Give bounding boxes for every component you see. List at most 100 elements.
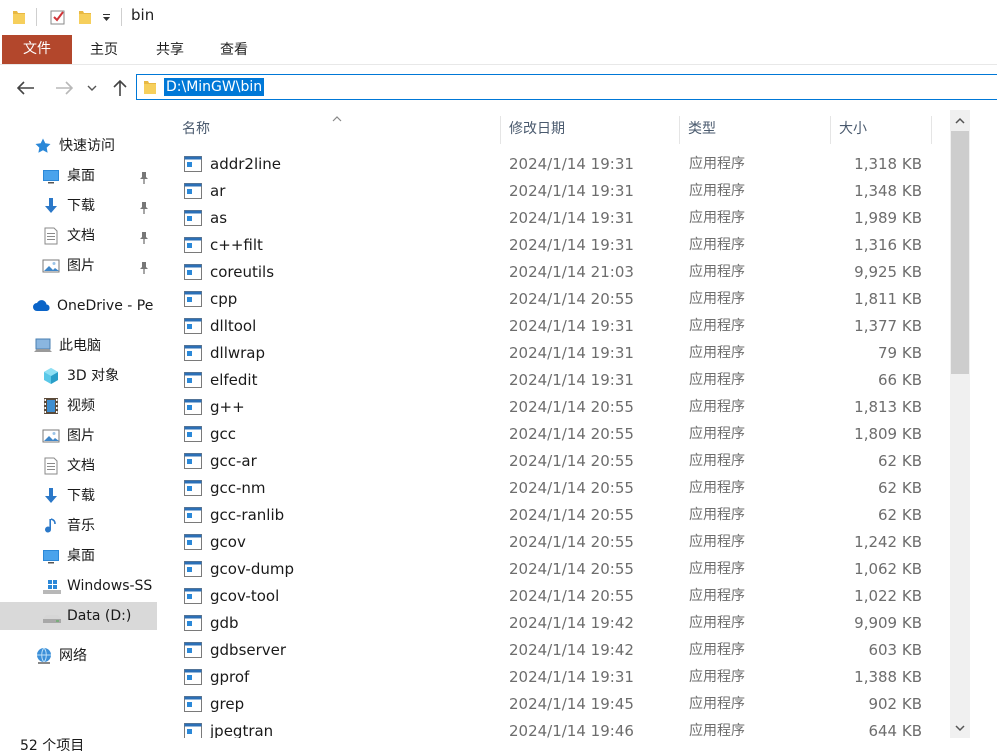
file-row[interactable]: grep 2024/1/14 19:45 应用程序 902 KB bbox=[176, 691, 946, 718]
nav-item-label: OneDrive - Pe bbox=[57, 298, 154, 314]
star-icon bbox=[34, 137, 52, 155]
file-row[interactable]: gcc-ranlib 2024/1/14 20:55 应用程序 62 KB bbox=[176, 502, 946, 529]
file-size: 603 KB bbox=[868, 641, 922, 659]
file-row[interactable]: gprof 2024/1/14 19:31 应用程序 1,388 KB bbox=[176, 664, 946, 691]
application-icon bbox=[184, 183, 202, 203]
file-row[interactable]: gcc 2024/1/14 20:55 应用程序 1,809 KB bbox=[176, 421, 946, 448]
nav-item[interactable]: 下载 bbox=[0, 482, 160, 510]
application-icon bbox=[184, 291, 202, 311]
ribbon: 文件 主页 共享 查看 bbox=[0, 34, 997, 65]
back-button[interactable] bbox=[14, 76, 38, 100]
file-row[interactable]: gdb 2024/1/14 19:42 应用程序 9,909 KB bbox=[176, 610, 946, 637]
file-row[interactable]: gcov-dump 2024/1/14 20:55 应用程序 1,062 KB bbox=[176, 556, 946, 583]
nav-item[interactable]: 文档 bbox=[0, 452, 160, 480]
column-type[interactable]: 类型 bbox=[680, 114, 830, 144]
column-date[interactable]: 修改日期 bbox=[501, 114, 679, 144]
nav-item-label: 快速访问 bbox=[59, 138, 115, 154]
nav-item[interactable]: 下载 bbox=[0, 192, 160, 220]
nav-item[interactable]: 快速访问 bbox=[0, 132, 160, 160]
file-name: gcov-tool bbox=[210, 587, 280, 605]
nav-item[interactable]: Windows-SS bbox=[0, 572, 160, 600]
customize-toolbar-icon[interactable] bbox=[100, 7, 112, 27]
file-row[interactable]: cpp 2024/1/14 20:55 应用程序 1,811 KB bbox=[176, 286, 946, 313]
application-icon bbox=[184, 237, 202, 257]
file-name: jpegtran bbox=[210, 722, 274, 738]
nav-item[interactable]: 桌面 bbox=[0, 162, 160, 190]
file-date: 2024/1/14 20:55 bbox=[509, 398, 634, 416]
vertical-scrollbar[interactable] bbox=[950, 110, 970, 738]
download-icon bbox=[42, 487, 60, 505]
file-date: 2024/1/14 20:55 bbox=[509, 425, 634, 443]
nav-item[interactable]: 图片 bbox=[0, 252, 160, 280]
column-name[interactable]: 名称 bbox=[174, 114, 500, 144]
file-row[interactable]: gcov 2024/1/14 20:55 应用程序 1,242 KB bbox=[176, 529, 946, 556]
file-row[interactable]: ar 2024/1/14 19:31 应用程序 1,348 KB bbox=[176, 178, 946, 205]
recent-locations-button[interactable] bbox=[83, 76, 101, 100]
new-folder-icon[interactable] bbox=[76, 7, 94, 27]
file-row[interactable]: c++filt 2024/1/14 19:31 应用程序 1,316 KB bbox=[176, 232, 946, 259]
scroll-up-button[interactable] bbox=[950, 110, 970, 130]
file-type: 应用程序 bbox=[689, 237, 745, 253]
file-row[interactable]: elfedit 2024/1/14 19:31 应用程序 66 KB bbox=[176, 367, 946, 394]
file-date: 2024/1/14 19:42 bbox=[509, 641, 634, 659]
tab-share[interactable]: 共享 bbox=[150, 36, 190, 64]
up-button[interactable] bbox=[108, 76, 132, 100]
application-icon bbox=[184, 345, 202, 365]
column-separator[interactable] bbox=[931, 116, 932, 144]
nav-item[interactable]: 桌面 bbox=[0, 542, 160, 570]
file-type: 应用程序 bbox=[689, 156, 745, 172]
scroll-thumb[interactable] bbox=[951, 131, 969, 374]
file-row[interactable]: gdbserver 2024/1/14 19:42 应用程序 603 KB bbox=[176, 637, 946, 664]
file-type: 应用程序 bbox=[689, 480, 745, 496]
pin-icon[interactable] bbox=[138, 227, 150, 250]
file-name: gcov-dump bbox=[210, 560, 294, 578]
nav-item[interactable]: 音乐 bbox=[0, 512, 160, 540]
file-row[interactable]: jpegtran 2024/1/14 19:46 应用程序 644 KB bbox=[176, 718, 946, 738]
file-name: gdb bbox=[210, 614, 239, 632]
pin-icon[interactable] bbox=[138, 197, 150, 220]
file-date: 2024/1/14 20:55 bbox=[509, 452, 634, 470]
file-size: 1,809 KB bbox=[854, 425, 922, 443]
file-row[interactable]: addr2line 2024/1/14 19:31 应用程序 1,318 KB bbox=[176, 151, 946, 178]
application-icon bbox=[184, 588, 202, 608]
pictures-icon bbox=[42, 427, 60, 445]
file-size: 66 KB bbox=[878, 371, 922, 389]
file-type: 应用程序 bbox=[689, 615, 745, 631]
tab-home[interactable]: 主页 bbox=[84, 36, 124, 64]
nav-item[interactable]: 此电脑 bbox=[0, 332, 160, 360]
music-icon bbox=[42, 517, 60, 535]
nav-item[interactable]: Data (D:) bbox=[0, 602, 157, 630]
nav-item[interactable]: 图片 bbox=[0, 422, 160, 450]
nav-item[interactable]: 视频 bbox=[0, 392, 160, 420]
file-type: 应用程序 bbox=[689, 696, 745, 712]
file-date: 2024/1/14 19:31 bbox=[509, 236, 634, 254]
file-row[interactable]: gcc-ar 2024/1/14 20:55 应用程序 62 KB bbox=[176, 448, 946, 475]
file-row[interactable]: as 2024/1/14 19:31 应用程序 1,989 KB bbox=[176, 205, 946, 232]
pin-icon[interactable] bbox=[138, 167, 150, 190]
address-bar[interactable]: D:\MinGW\bin bbox=[136, 74, 997, 100]
nav-item[interactable]: 3D 对象 bbox=[0, 362, 160, 390]
file-name: gdbserver bbox=[210, 641, 287, 659]
windows-drive-icon bbox=[42, 577, 61, 595]
nav-item[interactable]: 网络 bbox=[0, 642, 160, 670]
file-row[interactable]: gcov-tool 2024/1/14 20:55 应用程序 1,022 KB bbox=[176, 583, 946, 610]
file-type: 应用程序 bbox=[689, 642, 745, 658]
drive-icon bbox=[42, 607, 61, 625]
tab-file[interactable]: 文件 bbox=[2, 35, 72, 64]
download-icon bbox=[42, 197, 60, 215]
folder-icon[interactable] bbox=[10, 7, 28, 27]
tab-view[interactable]: 查看 bbox=[214, 36, 254, 64]
file-row[interactable]: gcc-nm 2024/1/14 20:55 应用程序 62 KB bbox=[176, 475, 946, 502]
file-row[interactable]: dlltool 2024/1/14 19:31 应用程序 1,377 KB bbox=[176, 313, 946, 340]
address-path[interactable]: D:\MinGW\bin bbox=[164, 78, 265, 96]
properties-icon[interactable] bbox=[48, 7, 68, 27]
nav-item[interactable]: 文档 bbox=[0, 222, 160, 250]
file-row[interactable]: coreutils 2024/1/14 21:03 应用程序 9,925 KB bbox=[176, 259, 946, 286]
file-row[interactable]: dllwrap 2024/1/14 19:31 应用程序 79 KB bbox=[176, 340, 946, 367]
pin-icon[interactable] bbox=[138, 257, 150, 280]
forward-button[interactable] bbox=[52, 76, 76, 100]
nav-item[interactable]: OneDrive - Pe bbox=[0, 292, 160, 320]
scroll-down-button[interactable] bbox=[950, 718, 970, 738]
file-row[interactable]: g++ 2024/1/14 20:55 应用程序 1,813 KB bbox=[176, 394, 946, 421]
column-size[interactable]: 大小 bbox=[831, 114, 931, 144]
